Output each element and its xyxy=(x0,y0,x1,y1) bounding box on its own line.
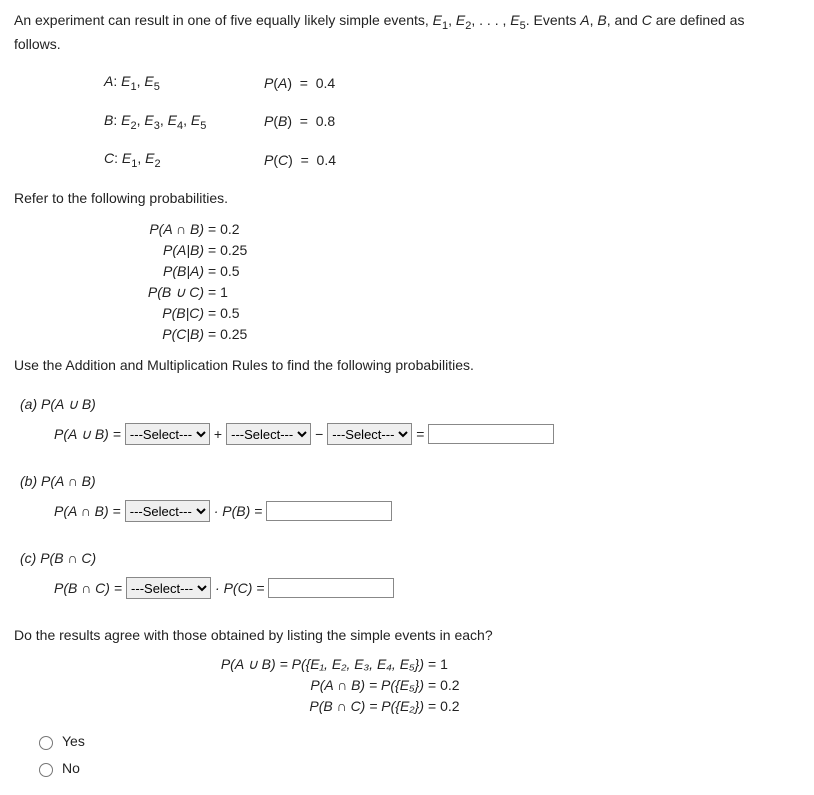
refer-text: Refer to the following probabilities. xyxy=(14,188,800,209)
radio-yes-label[interactable]: Yes xyxy=(34,731,800,752)
radio-yes-text: Yes xyxy=(62,731,85,752)
def-A: A: E1, E5 P(A) = 0.4 xyxy=(104,71,800,95)
intro-text: An experiment can result in one of five … xyxy=(14,10,800,34)
select-c-1[interactable]: ---Select--- xyxy=(126,577,211,599)
radio-yes[interactable] xyxy=(39,736,53,750)
radio-no-text: No xyxy=(62,758,80,779)
answer-a[interactable] xyxy=(428,424,554,444)
select-a-1[interactable]: ---Select--- xyxy=(125,423,210,445)
select-a-3[interactable]: ---Select--- xyxy=(327,423,412,445)
agree-radio-group: Yes No xyxy=(34,731,800,779)
part-c-label: (c) P(B ∩ C) xyxy=(20,548,800,569)
def-C: C: E1, E2 P(C) = 0.4 xyxy=(104,148,800,172)
part-a-label: (a) P(A ∪ B) xyxy=(20,394,800,415)
agree-eqs: P(A ∪ B) = P({E₁, E₂, E₃, E₄, E₅})= 1 P(… xyxy=(104,654,800,717)
part-c-eq: P(B ∩ C) = ---Select--- · P(C) = xyxy=(54,577,800,599)
part-a-eq: P(A ∪ B) = ---Select--- + ---Select--- −… xyxy=(54,423,800,445)
agree-question: Do the results agree with those obtained… xyxy=(14,625,800,646)
part-b-eq: P(A ∩ B) = ---Select--- · P(B) = xyxy=(54,500,800,522)
use-text: Use the Addition and Multiplication Rule… xyxy=(14,355,800,376)
radio-no-label[interactable]: No xyxy=(34,758,800,779)
radio-no[interactable] xyxy=(39,763,53,777)
part-b-label: (b) P(A ∩ B) xyxy=(20,471,800,492)
def-B: B: E2, E3, E4, E5 P(B) = 0.8 xyxy=(104,110,800,134)
select-a-2[interactable]: ---Select--- xyxy=(226,423,311,445)
answer-b[interactable] xyxy=(266,501,392,521)
intro-follows: follows. xyxy=(14,34,800,55)
select-b-1[interactable]: ---Select--- xyxy=(125,500,210,522)
answer-c[interactable] xyxy=(268,578,394,598)
ref-probs: P(A ∩ B)= 0.2 P(A|B)= 0.25 P(B|A)= 0.5 P… xyxy=(104,219,800,345)
